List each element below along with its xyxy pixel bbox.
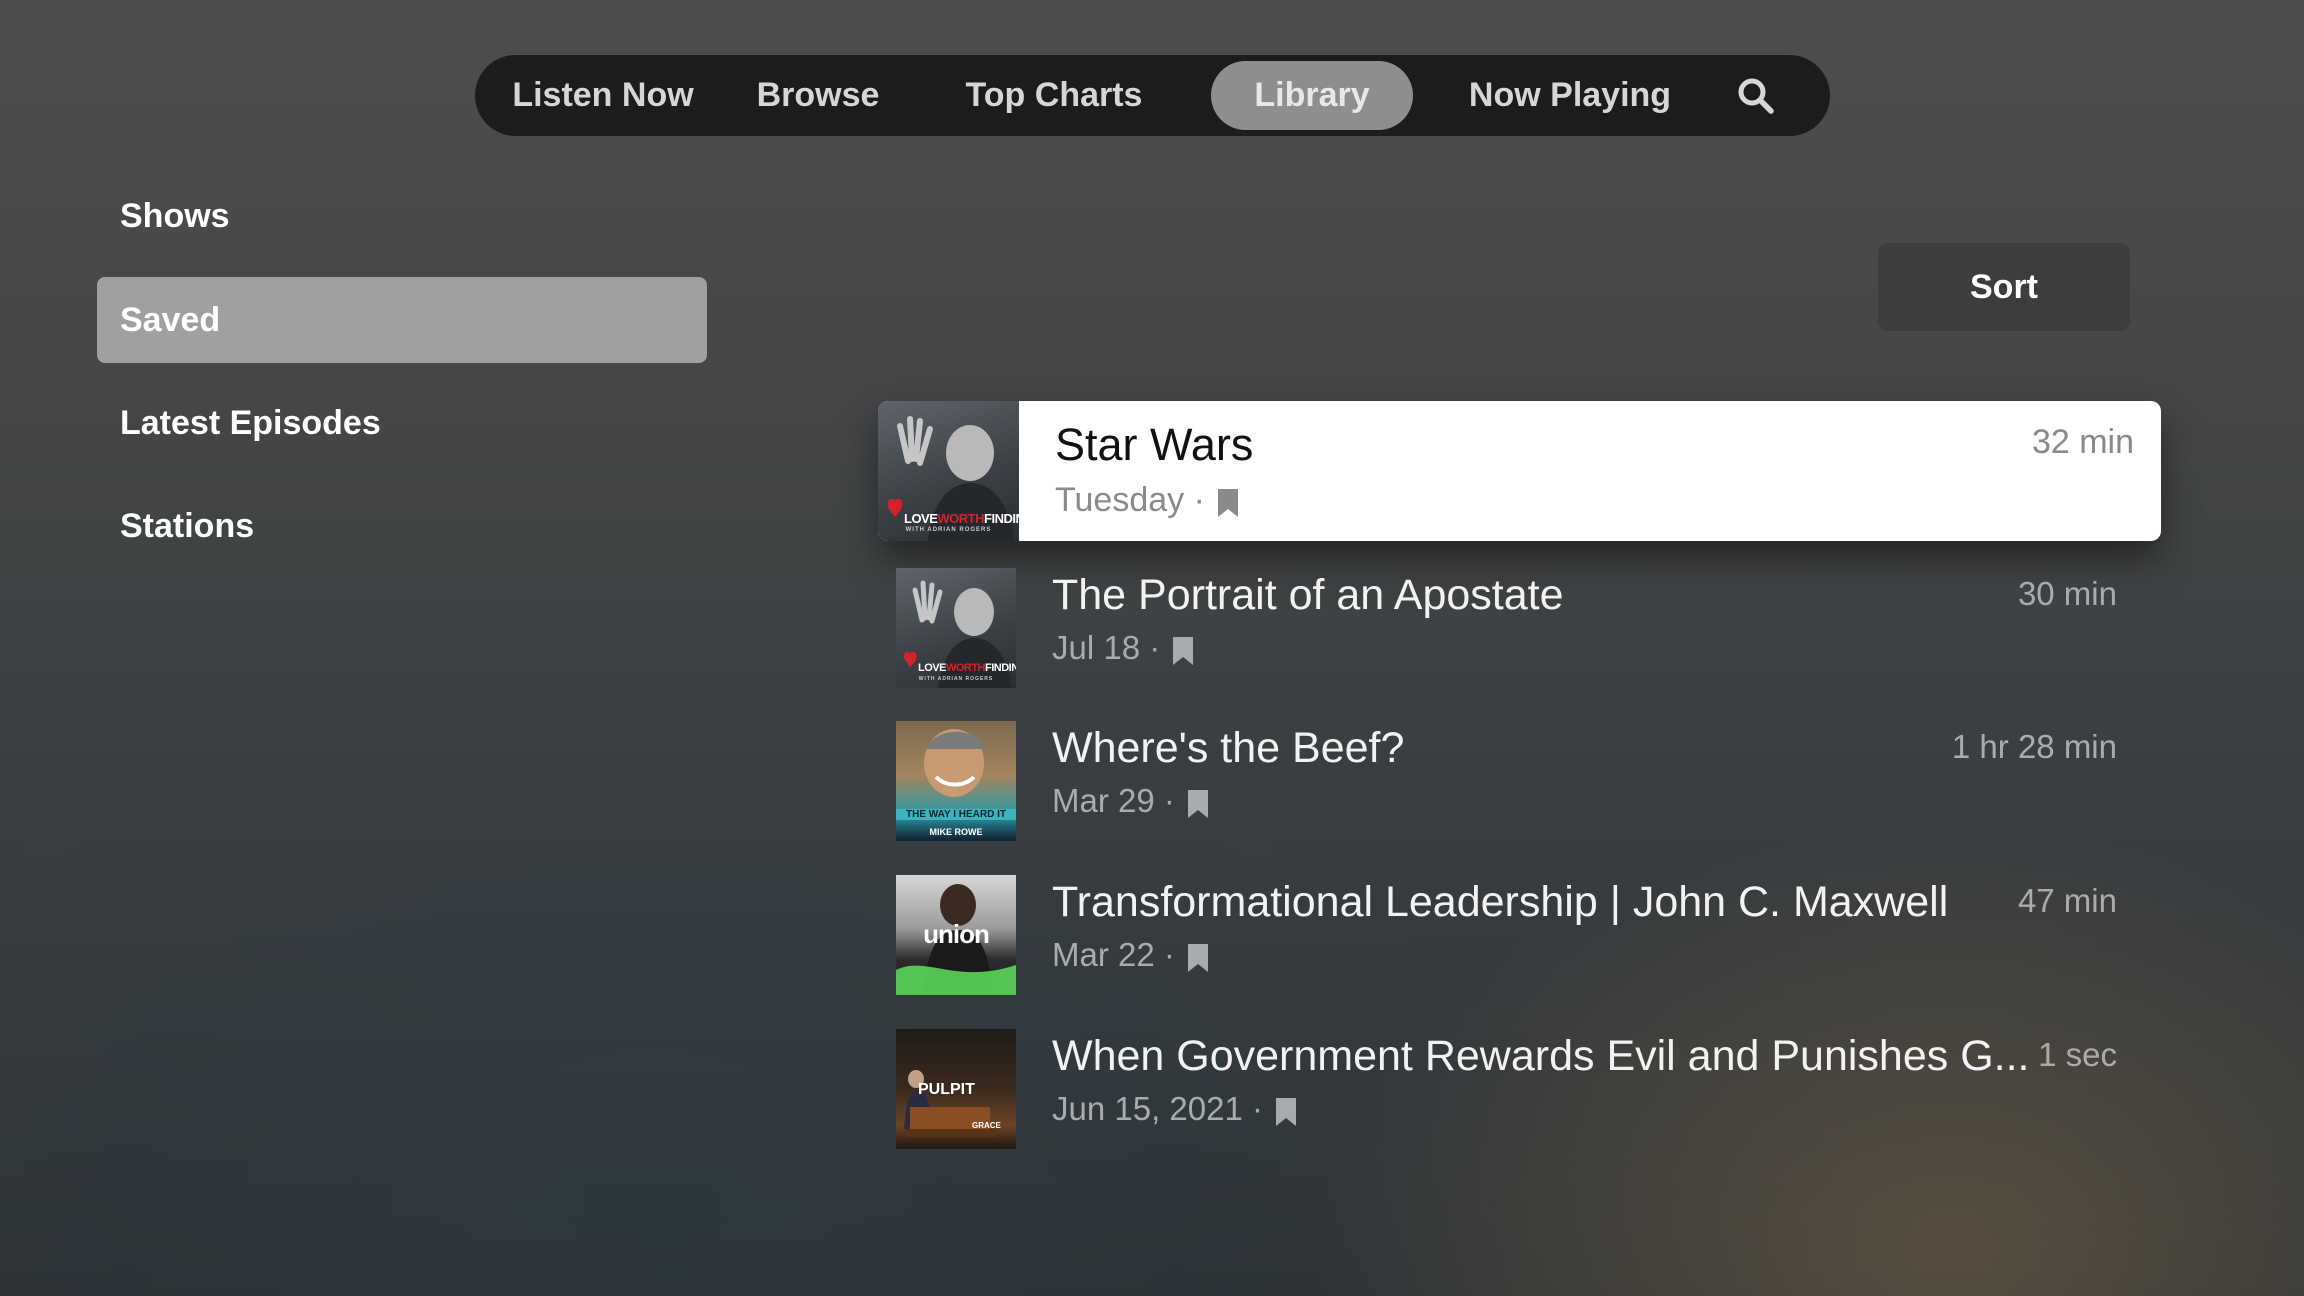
artwork-text: GRACE (972, 1121, 1001, 1130)
tab-library[interactable]: Library (1211, 61, 1413, 130)
episode-row[interactable]: PULPIT GRACE When Government Rewards Evi… (896, 1024, 2136, 1149)
episode-duration: 30 min (2017, 575, 2117, 612)
sidebar-item-shows[interactable]: Shows (97, 173, 707, 259)
sidebar-item-saved[interactable]: Saved (97, 277, 707, 363)
episode-meta: Jul 18 · (1052, 629, 1194, 667)
artwork-text: WITH ADRIAN ROGERS (918, 676, 994, 682)
podcast-artwork: THE WAY I HEARD IT MIKE ROWE (896, 721, 1016, 841)
episode-date: Mar 29 (1052, 782, 1155, 819)
episode-date: Tuesday (1055, 481, 1185, 519)
artwork-text: THE WAY I HEARD IT (896, 809, 1016, 820)
episode-row[interactable]: LOVEWORTHFINDING WITH ADRIAN ROGERS The … (896, 563, 2136, 688)
tab-now-playing[interactable]: Now Playing (1445, 61, 1695, 130)
episode-duration: 1 hr 28 min (1951, 728, 2117, 765)
episode-title: Star Wars (1055, 419, 1254, 470)
sidebar-item-latest-episodes[interactable]: Latest Episodes (97, 380, 707, 466)
artwork-text: WORTH (937, 511, 985, 526)
tab-top-charts[interactable]: Top Charts (929, 61, 1179, 130)
episode-meta: Mar 22 · (1052, 936, 1209, 974)
episode-title: Transformational Leadership | John C. Ma… (1052, 878, 1949, 926)
podcast-artwork: PULPIT GRACE (896, 1029, 1016, 1149)
episode-date: Mar 22 (1052, 936, 1155, 973)
episode-date: Jul 18 (1052, 629, 1141, 666)
artwork-text: WORTH (945, 662, 986, 674)
episode-duration: 32 min (2031, 423, 2134, 461)
meta-separator: · (1193, 481, 1205, 519)
episode-duration: 47 min (2017, 882, 2117, 919)
sidebar-item-stations[interactable]: Stations (97, 483, 707, 569)
tab-browse[interactable]: Browse (743, 61, 893, 130)
episode-row[interactable]: LOVEWORTHFINDING WITH ADRIAN ROGERS Star… (878, 401, 2161, 541)
episode-duration: 1 sec (2038, 1036, 2117, 1073)
episode-title: The Portrait of an Apostate (1052, 571, 1564, 619)
episode-meta: Jun 15, 2021 · (1052, 1090, 1297, 1128)
bookmark-icon (1188, 944, 1209, 972)
bookmark-icon (1276, 1098, 1297, 1126)
meta-separator: · (1163, 936, 1175, 973)
artwork-text: FINDING (985, 662, 1016, 674)
podcast-artwork: LOVEWORTHFINDING WITH ADRIAN ROGERS (878, 401, 1019, 541)
episode-title: When Government Rewards Evil and Punishe… (1052, 1032, 2030, 1080)
search-icon (1738, 78, 1774, 114)
podcast-artwork: union (896, 875, 1016, 995)
artwork-text: FINDING (984, 511, 1019, 526)
meta-separator: · (1149, 629, 1161, 666)
bookmark-icon (1188, 790, 1209, 818)
meta-separator: · (1252, 1090, 1264, 1127)
bookmark-icon (1173, 637, 1194, 665)
podcast-artwork: LOVEWORTHFINDING WITH ADRIAN ROGERS (896, 568, 1016, 688)
artwork-text: MIKE ROWE (929, 827, 983, 837)
episode-meta: Mar 29 · (1052, 782, 1209, 820)
meta-separator: · (1163, 782, 1175, 819)
bookmark-icon (1218, 489, 1239, 517)
artwork-text: PULPIT (918, 1081, 975, 1098)
artwork-text: union (923, 919, 990, 949)
search-button[interactable] (1725, 61, 1785, 130)
episode-row[interactable]: THE WAY I HEARD IT MIKE ROWE Where's the… (896, 716, 2136, 841)
episode-title: Where's the Beef? (1052, 724, 1405, 772)
sort-button[interactable]: Sort (1878, 243, 2130, 331)
top-tab-bar: Listen Now Browse Top Charts Library Now… (475, 55, 1830, 136)
episode-date: Jun 15, 2021 (1052, 1090, 1243, 1127)
artwork-text: WITH ADRIAN ROGERS (905, 527, 992, 533)
artwork-text: LOVE (904, 511, 938, 526)
tab-listen-now[interactable]: Listen Now (503, 61, 703, 130)
artwork-text: LOVE (918, 662, 946, 674)
episode-row[interactable]: union Transformational Leadership | John… (896, 870, 2136, 995)
episode-meta: Tuesday · (1055, 481, 1239, 520)
